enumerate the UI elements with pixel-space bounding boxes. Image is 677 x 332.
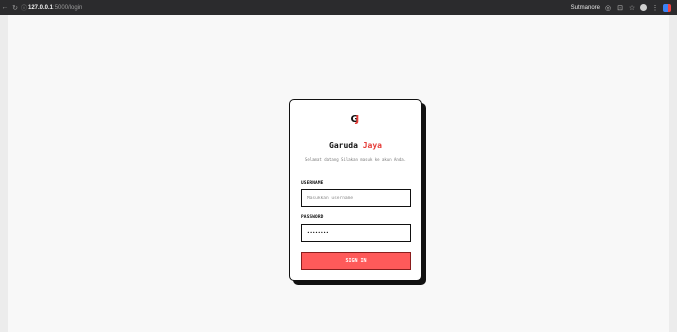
profile-label[interactable]: Sutmanore <box>571 5 600 11</box>
brand-main: Garuda <box>329 141 363 150</box>
login-card: G J Garuda Jaya Selamat datang Silakan m… <box>289 99 422 281</box>
sync-icon[interactable]: ◎ <box>604 4 612 12</box>
sign-in-button[interactable]: SIGN IN <box>301 252 411 270</box>
logo-mark: G J <box>350 114 360 125</box>
page-viewport: G J Garuda Jaya Selamat datang Silakan m… <box>8 15 669 332</box>
brand-logo: G J <box>348 115 364 131</box>
brand-accent: Jaya <box>362 141 382 150</box>
username-input[interactable] <box>301 189 411 207</box>
profile-icon[interactable] <box>640 4 647 11</box>
back-icon[interactable]: ← <box>0 4 10 11</box>
refresh-icon[interactable]: ↻ <box>10 4 20 12</box>
url-host[interactable]: 127.0.0.1 <box>28 5 53 11</box>
password-label: PASSWORD <box>301 215 324 220</box>
url-path[interactable]: :5000/login <box>53 5 82 11</box>
browser-toolbar: ← ↻ ⓘ 127.0.0.1 :5000/login Sutmanore ◎ … <box>0 0 677 15</box>
username-label: USERNAME <box>301 181 324 186</box>
bookmark-star-icon[interactable]: ☆ <box>628 4 636 12</box>
welcome-text: Selamat datang Silakan masuk ke akun And… <box>304 157 407 162</box>
info-icon[interactable]: ⓘ <box>20 3 28 12</box>
toolbar-right: Sutmanore ◎ ⊡ ☆ ⋮ <box>571 3 677 12</box>
extension-icon[interactable]: ⊡ <box>616 4 624 12</box>
brand-title: Garuda Jaya <box>290 141 421 150</box>
menu-dots-icon[interactable]: ⋮ <box>651 4 659 12</box>
app-extension-icon[interactable] <box>663 3 671 12</box>
password-input[interactable] <box>301 224 411 242</box>
